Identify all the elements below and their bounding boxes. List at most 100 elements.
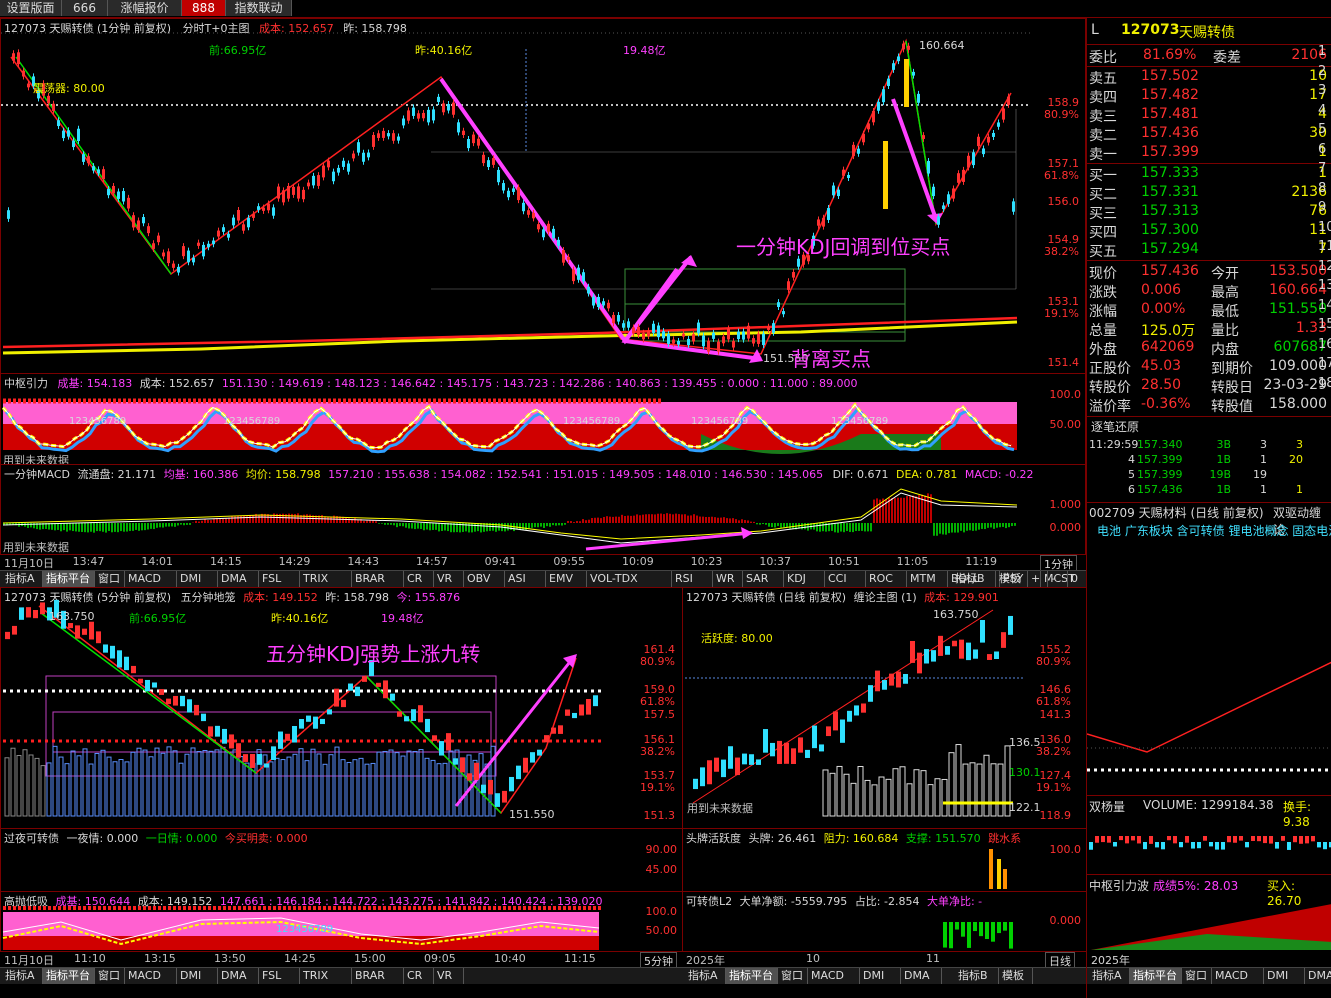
indicator-tab-窗口[interactable]: 窗口 — [95, 968, 125, 984]
tab-666[interactable]: 666 — [62, 0, 108, 16]
indicator-tab-指标平台[interactable]: 指标平台 — [43, 571, 95, 587]
five-volume-bar — [35, 758, 39, 816]
indicator-tab-vol-tdx[interactable]: VOL-TDX — [587, 571, 672, 587]
indicator-tab-dmi[interactable]: DMI — [860, 968, 901, 984]
indicator-tab-b[interactable]: 指标B — [955, 968, 999, 984]
minute-candle — [322, 166, 325, 178]
overnight-cb-panel[interactable]: 过夜可转债 一夜情: 0.000 一日情: 0.000 今买明卖: 0.000 … — [0, 828, 683, 892]
indicator-tab-指标平台[interactable]: 指标平台 — [43, 968, 95, 984]
indicator-tab-mtm[interactable]: MTM — [907, 571, 948, 587]
indicator-tab-指标a[interactable]: 指标A — [2, 968, 43, 984]
minute-candle — [837, 190, 840, 196]
indicator-tab-kdj[interactable]: KDJ — [784, 571, 825, 587]
indicator-tab-brar[interactable]: BRAR — [352, 968, 404, 984]
edge-number: 7 — [1318, 161, 1326, 176]
stat-value: 28.50 — [1141, 377, 1181, 393]
five-volume-bar — [107, 757, 111, 816]
minute-candle — [307, 183, 310, 187]
indicator-tab-dma[interactable]: DMA — [218, 968, 259, 984]
indicator-tab-vr[interactable]: VR — [434, 968, 464, 984]
indicator-tab-cr[interactable]: CR — [404, 968, 434, 984]
indicator-tab-指标平台[interactable]: 指标平台 — [726, 968, 778, 984]
indicator-tab-dma[interactable]: DMA — [218, 571, 259, 587]
minute-candle — [772, 323, 775, 333]
indicator-tab-dmi[interactable]: DMI — [177, 571, 218, 587]
indicator-tab-vr[interactable]: VR — [434, 571, 464, 587]
macd-bar — [609, 517, 611, 523]
indicator-tab-dmi[interactable]: DMI — [1264, 968, 1305, 984]
indicator-tab-+[interactable]: + — [1028, 571, 1048, 587]
indicator-tab-窗口[interactable]: 窗口 — [778, 968, 808, 984]
minute-candle — [857, 149, 860, 154]
head-activity-panel[interactable]: 头牌活跃度 头牌: 26.461 阻力: 160.684 支撑: 151.570… — [682, 828, 1087, 892]
indicator-tab-trix[interactable]: TRIX — [300, 968, 352, 984]
five-min-chart[interactable]: 127073 天赐转债 (5分钟 前复权) 五分钟地笼 成本: 149.152 … — [0, 587, 683, 829]
indicator-tab-rsi[interactable]: RSI — [672, 571, 713, 587]
indicator-tab-sar[interactable]: SAR — [743, 571, 784, 587]
daily-volume-bar — [900, 767, 905, 816]
indicator-tab-指标a[interactable]: 指标A — [1089, 968, 1130, 984]
indicator-tab-dma[interactable]: DMA — [1305, 968, 1331, 984]
indicator-tab-dma[interactable]: DMA — [901, 968, 942, 984]
indicator-tab-brar[interactable]: BRAR — [352, 571, 404, 587]
macd-indicator-panel[interactable]: 一分钟MACD 流通盘: 21.171 均基: 160.386 均价: 158.… — [0, 464, 1086, 555]
five-candle — [33, 610, 38, 618]
indicator-tab-指标a[interactable]: 指标A — [2, 571, 43, 587]
high-low-panel[interactable]: 高抛低吸 成基: 150.644 成本: 149.152 147.661 : 1… — [0, 891, 683, 952]
daily-chart[interactable]: 127073 天赐转债 (日线 前复权) 缠论主图 (1) 成本: 129.90… — [682, 587, 1087, 829]
indicator-tab-cr[interactable]: CR — [404, 571, 434, 587]
time-label: 2025年 — [686, 952, 725, 968]
order-book-volume: 1 — [1257, 165, 1327, 181]
tab-layout-settings[interactable]: 设置版面 — [0, 0, 62, 16]
five-volume-bar — [353, 760, 357, 816]
indicator-tab-dmi[interactable]: DMI — [177, 968, 218, 984]
indicator-tab--[interactable]: - — [1048, 571, 1068, 587]
minute-main-chart[interactable]: 127073 天赐转债 (1分钟 前复权) 分时T+0主图 成本: 152.65… — [0, 18, 1086, 374]
cb-l2-panel[interactable]: 可转债L2 大单净额: -5559.795 占比: -2.854 大单净比: -… — [682, 891, 1087, 952]
tick-price: 157.399 — [1137, 453, 1183, 466]
minute-candle — [587, 287, 590, 294]
indicator-tab-obv[interactable]: OBV — [464, 571, 505, 587]
order-book-volume: 11 — [1257, 222, 1327, 238]
tab-index-link[interactable]: 指数联动 — [226, 0, 292, 16]
minute-candle — [272, 207, 275, 215]
indicator-tab-macd[interactable]: MACD — [808, 968, 860, 984]
tab-888[interactable]: 888 — [182, 0, 226, 16]
indicator-tab-fsl[interactable]: FSL — [259, 571, 300, 587]
indicator-tab-asi[interactable]: ASI — [505, 571, 546, 587]
indicator-tab-窗口[interactable]: 窗口 — [1182, 968, 1212, 984]
indicator-tab-macd[interactable]: MACD — [125, 968, 177, 984]
indicator-tab-macd[interactable]: MACD — [1212, 968, 1264, 984]
indicator-tab-模板[interactable]: 模板 — [996, 571, 1028, 587]
high-low-y1: 100.0 — [611, 905, 677, 918]
mini-volume-bar — [1161, 842, 1165, 849]
tick-size: 19B — [1203, 468, 1231, 481]
indicator-tab-窗口[interactable]: 窗口 — [95, 571, 125, 587]
indicator-tab-指标平台[interactable]: 指标平台 — [1130, 968, 1182, 984]
indicator-tab-trix[interactable]: TRIX — [300, 571, 352, 587]
macd-bar — [1005, 523, 1007, 528]
high-low-canvas — [1, 892, 683, 952]
time-label: 09:41 — [485, 555, 517, 568]
indicator-tab-macd[interactable]: MACD — [125, 571, 177, 587]
macd-bar — [894, 498, 896, 523]
tick-size: 1B — [1203, 483, 1231, 496]
minute-price-tick-pct: 38.2% — [1041, 246, 1079, 258]
indicator-tab-emv[interactable]: EMV — [546, 571, 587, 587]
zhongshu-canvas — [1, 374, 1086, 465]
macd-bar — [129, 523, 131, 531]
template-tab[interactable]: 模板 — [999, 968, 1033, 984]
minute-candle — [72, 141, 75, 148]
indicator-tab-fsl[interactable]: FSL — [259, 968, 300, 984]
mini-volume-bar — [1239, 836, 1243, 841]
indicator-tab-0[interactable]: 0 — [1068, 571, 1088, 587]
concept-tags[interactable]: 电池 广东板块 含可转债 锂电池概念 固态电池 — [1087, 522, 1331, 541]
tab-change-quote[interactable]: 涨幅报价 — [108, 0, 182, 16]
macd-bar — [972, 523, 974, 531]
indicator-tab-指标B[interactable]: 指标B — [952, 571, 996, 587]
zhongshu-indicator-panel[interactable]: 中枢引力 成基: 154.183 成本: 152.657 151.130 : 1… — [0, 373, 1086, 465]
indicator-tab-roc[interactable]: ROC — [866, 571, 907, 587]
indicator-tab-cci[interactable]: CCI — [825, 571, 866, 587]
indicator-tab-wr[interactable]: WR — [713, 571, 743, 587]
indicator-tab-指标a[interactable]: 指标A — [685, 968, 726, 984]
